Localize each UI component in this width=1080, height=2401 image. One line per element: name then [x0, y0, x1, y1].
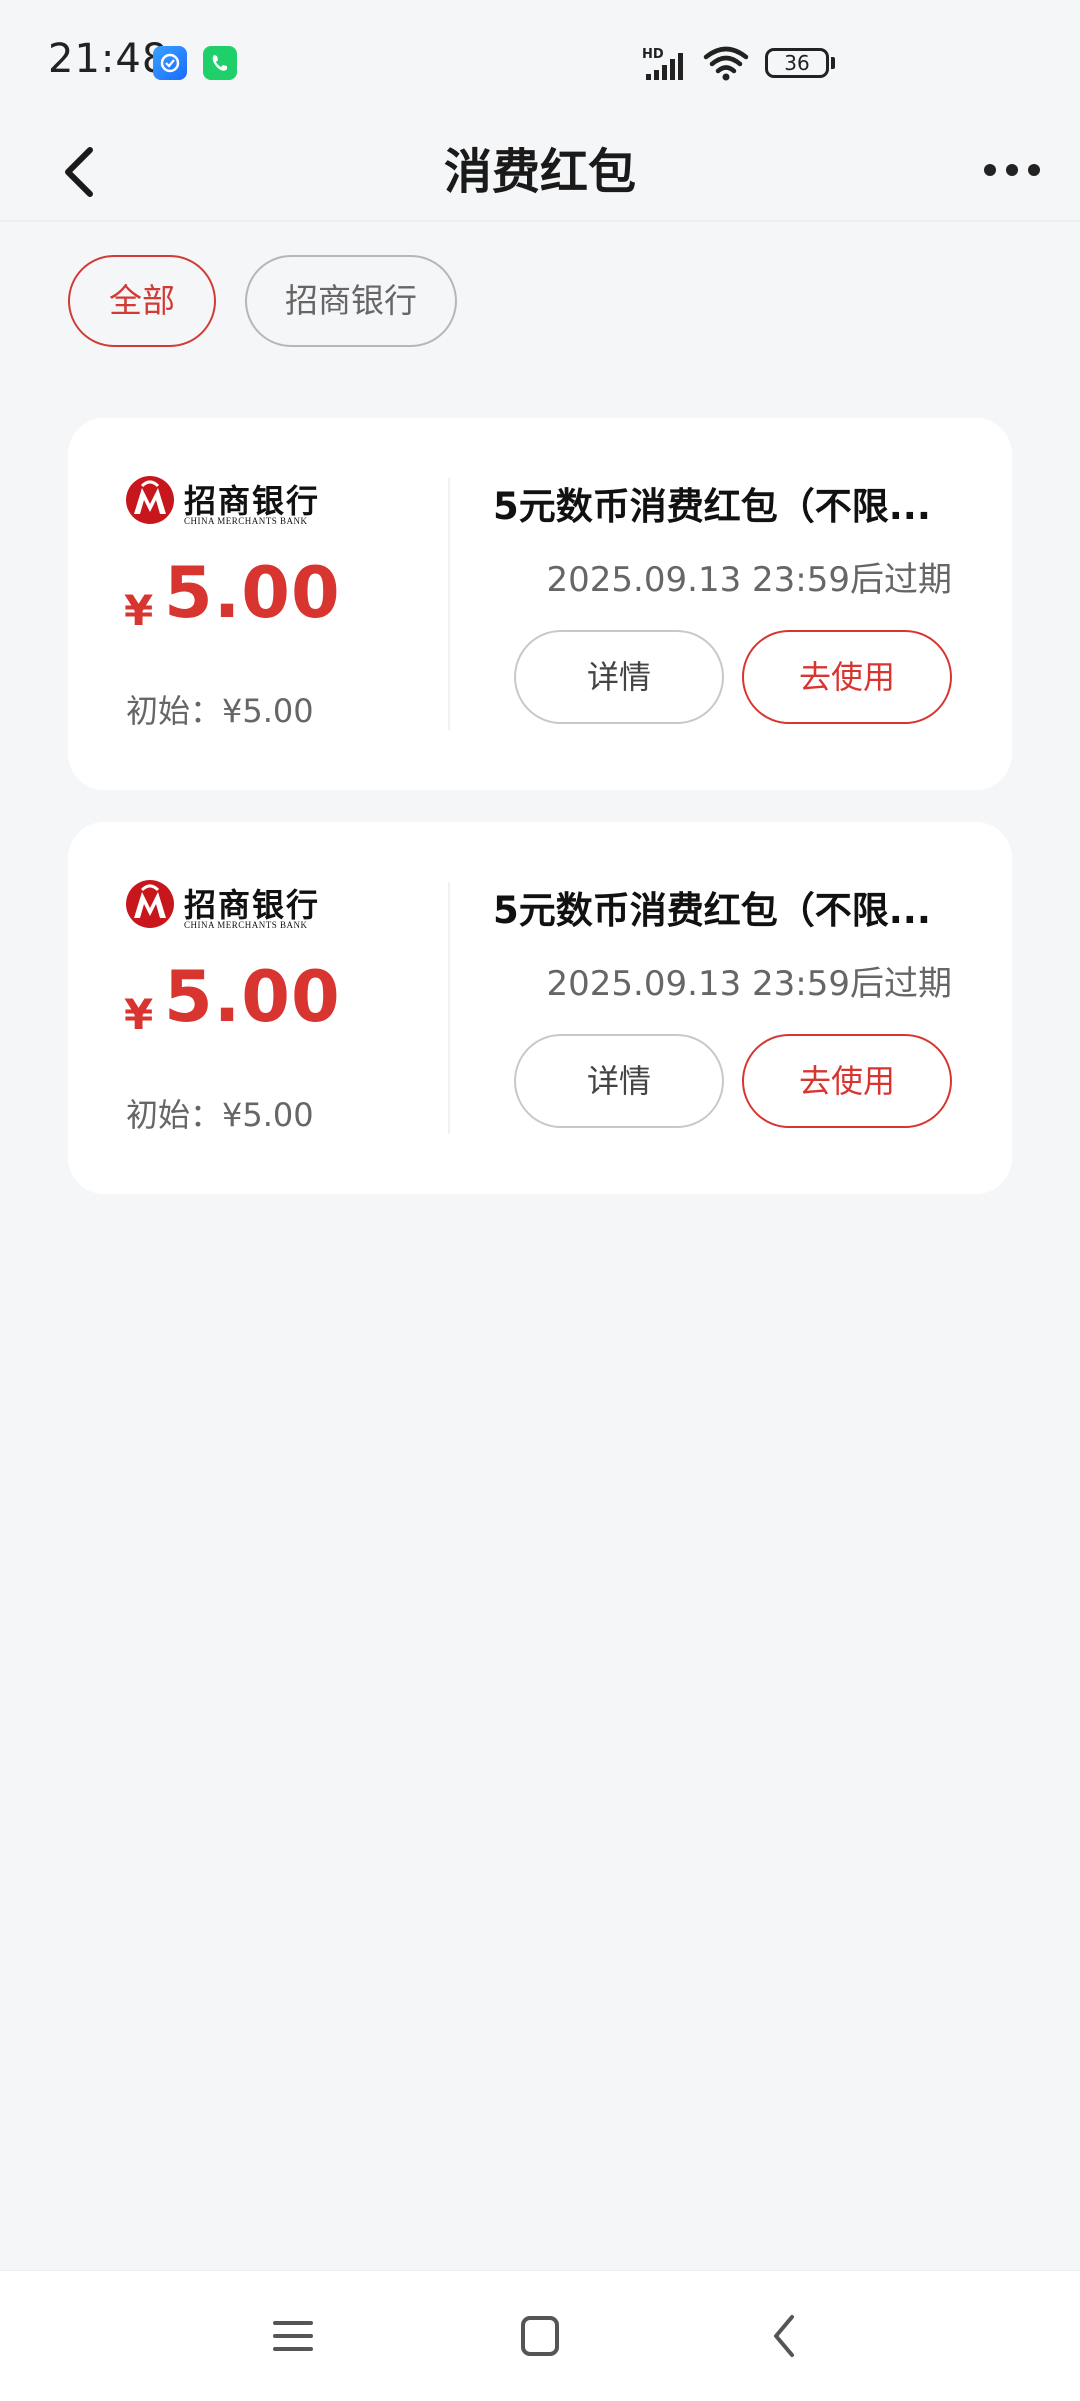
more-horizontal-icon: [984, 164, 1040, 176]
card-divider: [448, 478, 450, 730]
bank-logo: 招商银行 CHINA MERCHANTS BANK: [124, 474, 334, 530]
bank-name-en: CHINA MERCHANTS BANK: [184, 920, 308, 930]
cmb-logo-icon: [126, 476, 174, 524]
coupon-card[interactable]: 招商银行 CHINA MERCHANTS BANK ¥ 5.00 初始：¥5.0…: [68, 822, 1012, 1194]
app-notification-icon: [153, 46, 187, 80]
bank-logo: 招商银行 CHINA MERCHANTS BANK: [124, 878, 334, 934]
nav-menu-button[interactable]: [253, 2301, 333, 2371]
signal-icon: HD: [640, 47, 692, 86]
coupon-amount: 5.00: [164, 956, 341, 1038]
status-bar: 21:48 HD 36: [0, 0, 1080, 120]
coupon-title: 5元数币消费红包（不限...: [493, 889, 931, 932]
detail-button[interactable]: 详情: [514, 1034, 724, 1128]
more-button[interactable]: [972, 140, 1052, 200]
expiry-date: 2025.09.13 23:59后过期: [546, 560, 952, 600]
use-button[interactable]: 去使用: [742, 630, 952, 724]
bank-name-en: CHINA MERCHANTS BANK: [184, 516, 308, 526]
cmb-logo-icon: [126, 880, 174, 928]
currency-symbol: ¥: [124, 586, 154, 635]
filter-chip-all[interactable]: 全部: [68, 255, 216, 347]
card-divider: [448, 882, 450, 1134]
filter-chip-cmb[interactable]: 招商银行: [245, 255, 457, 347]
initial-amount: 初始：¥5.00: [126, 692, 314, 730]
header: 消费红包: [0, 120, 1080, 222]
expiry-date: 2025.09.13 23:59后过期: [546, 964, 952, 1004]
nav-home-button[interactable]: [500, 2301, 580, 2371]
use-button[interactable]: 去使用: [742, 1034, 952, 1128]
status-time: 21:48: [48, 36, 169, 82]
coupon-amount: 5.00: [164, 552, 341, 634]
menu-icon: [273, 2321, 313, 2351]
network-label: HD: [642, 48, 664, 62]
initial-amount: 初始：¥5.00: [126, 1096, 314, 1134]
currency-symbol: ¥: [124, 990, 154, 1039]
phone-call-icon: [203, 46, 237, 80]
coupon-title: 5元数币消费红包（不限...: [493, 485, 931, 528]
coupon-card[interactable]: 招商银行 CHINA MERCHANTS BANK ¥ 5.00 初始：¥5.0…: [68, 418, 1012, 790]
page-title: 消费红包: [443, 144, 636, 200]
back-icon: [774, 2315, 794, 2357]
system-nav-bar: [0, 2270, 1080, 2401]
battery-tip: [831, 57, 835, 69]
detail-button[interactable]: 详情: [514, 630, 724, 724]
home-square-icon: [521, 2316, 559, 2356]
battery-indicator: 36: [765, 48, 829, 78]
wifi-icon: [702, 44, 750, 86]
nav-back-button[interactable]: [746, 2301, 826, 2371]
